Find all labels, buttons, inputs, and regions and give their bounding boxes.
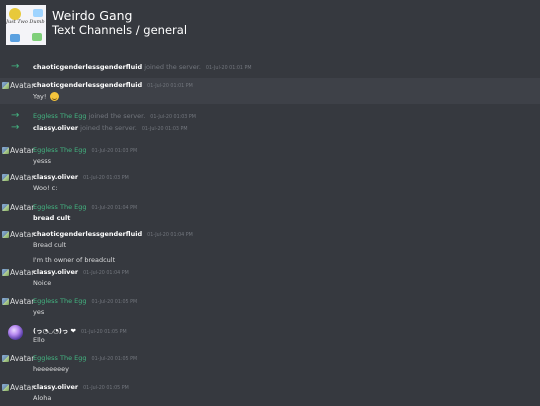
message-text: bread cult xyxy=(33,214,71,222)
timestamp: 01-Jul-20 01:05 PM xyxy=(81,330,127,335)
join-text: joined the server. xyxy=(86,112,146,120)
author-name[interactable]: classy.oliver xyxy=(33,173,78,181)
join-arrow-icon: → xyxy=(11,61,20,72)
timestamp: 01-Jul-20 01:04 PM xyxy=(91,206,138,211)
avatar-alt-text: Avatar xyxy=(10,354,35,363)
system-message-text: chaoticgenderlessgenderfluid joined the … xyxy=(33,63,252,71)
message-header: chaoticgenderlessgenderfluid 01-Jul-20 01… xyxy=(33,230,193,238)
timestamp: 01-Jul-20 01:03 PM xyxy=(141,127,188,132)
message-header: Eggless The Egg 01-Jul-20 01:05 PM xyxy=(33,354,137,362)
timestamp: 01-Jul-20 01:01 PM xyxy=(147,84,193,89)
avatar-alt-text: Avatar xyxy=(10,383,35,392)
author-name[interactable]: (っ◔◡◔)っ ❤ xyxy=(33,325,76,335)
message-text: Woo! c: xyxy=(33,184,58,192)
avatar[interactable]: Avatar xyxy=(2,203,34,212)
system-message-text: Eggless The Egg joined the server. 01-Jul… xyxy=(33,112,196,120)
message-group: Avatar Eggless The Egg 01-Jul-20 01:05 PM y… xyxy=(0,294,540,320)
timestamp: 01-Jul-20 01:05 PM xyxy=(91,357,138,362)
broken-image-icon xyxy=(2,82,9,89)
author-name[interactable]: Eggless The Egg xyxy=(33,203,87,211)
author-name[interactable]: Eggless The Egg xyxy=(33,146,87,154)
avatar[interactable]: Avatar xyxy=(2,268,34,277)
message-header: chaoticgenderlessgenderfluid 01-Jul-20 01… xyxy=(33,81,193,89)
message-group: Avatar Eggless The Egg 01-Jul-20 01:05 PM h… xyxy=(0,351,540,377)
avatar[interactable]: Avatar xyxy=(2,173,34,182)
message-text: I'm th owner of breadcult xyxy=(33,256,116,264)
message-header: (っ◔◡◔)っ ❤ 01-Jul-20 01:05 PM xyxy=(33,325,127,335)
message-text: Aloha xyxy=(33,394,52,402)
avatar[interactable]: Avatar xyxy=(2,81,34,90)
timestamp: 01-Jul-20 01:03 PM xyxy=(150,115,196,120)
avatar-alt-text: Avatar xyxy=(10,230,35,239)
message-group: Avatar Eggless The Egg 01-Jul-20 01:03 PM y… xyxy=(0,143,540,169)
system-message: → Eggless The Egg joined the server. 01-Ju… xyxy=(0,110,540,123)
author-name[interactable]: Eggless The Egg xyxy=(33,297,87,305)
timestamp: 01-Jul-20 01:05 PM xyxy=(83,386,129,391)
member-name[interactable]: classy.oliver xyxy=(33,124,78,132)
timestamp: 01-Jul-20 01:03 PM xyxy=(83,176,129,181)
system-message: → classy.oliver joined the server. 01-Jul-… xyxy=(0,122,540,135)
system-message-text: classy.oliver joined the server. 01-Jul-2… xyxy=(33,124,187,132)
message-group: (っ◔◡◔)っ ❤ 01-Jul-20 01:05 PM Ello xyxy=(0,322,540,348)
timestamp: 01-Jul-20 01:04 PM xyxy=(147,233,193,238)
join-text: joined the server. xyxy=(78,124,137,132)
avatar-alt-text: Avatar xyxy=(10,297,35,306)
avatar[interactable]: Avatar xyxy=(2,146,34,155)
message-header: classy.oliver 01-Jul-20 01:04 PM xyxy=(33,268,129,276)
avatar[interactable] xyxy=(8,325,23,340)
broken-image-icon xyxy=(2,204,9,211)
message-group: Avatar classy.oliver 01-Jul-20 01:04 PM Noi… xyxy=(0,265,540,291)
timestamp: 01-Jul-20 01:04 PM xyxy=(83,271,129,276)
system-message: → chaoticgenderlessgenderfluid joined the… xyxy=(0,61,540,74)
message-header: classy.oliver 01-Jul-20 01:03 PM xyxy=(33,173,129,181)
member-name[interactable]: chaoticgenderlessgenderfluid xyxy=(33,63,142,71)
join-text: joined the server. xyxy=(142,63,201,71)
message-feed[interactable]: → chaoticgenderlessgenderfluid joined the… xyxy=(0,0,540,405)
message-group: Avatar chaoticgenderlessgenderfluid 01-Jul… xyxy=(0,227,540,268)
broken-image-icon xyxy=(2,269,9,276)
message-group: Avatar chaoticgenderlessgenderfluid 01-Jul… xyxy=(0,78,540,104)
broken-image-icon xyxy=(2,231,9,238)
member-name[interactable]: Eggless The Egg xyxy=(33,112,87,120)
join-arrow-icon: → xyxy=(11,122,20,133)
message-text: Noice xyxy=(33,279,52,287)
message-group: Avatar classy.oliver 01-Jul-20 01:03 PM Woo… xyxy=(0,170,540,196)
message-text: Ello xyxy=(33,336,45,344)
timestamp: 01-Jul-20 01:03 PM xyxy=(91,149,138,154)
message-text: heeeeeeey xyxy=(33,365,69,373)
avatar-alt-text: Avatar xyxy=(10,203,35,212)
avatar-alt-text: Avatar xyxy=(10,146,35,155)
avatar[interactable]: Avatar xyxy=(2,383,34,392)
avatar-alt-text: Avatar xyxy=(10,173,35,182)
broken-image-icon xyxy=(2,147,9,154)
smile-emoji xyxy=(49,92,59,101)
broken-image-icon xyxy=(2,355,9,362)
avatar[interactable]: Avatar xyxy=(2,297,34,306)
author-name[interactable]: Eggless The Egg xyxy=(33,354,87,362)
timestamp: 01-Jul-20 01:01 PM xyxy=(205,66,252,71)
author-name[interactable]: classy.oliver xyxy=(33,383,78,391)
message-header: Eggless The Egg 01-Jul-20 01:03 PM xyxy=(33,146,137,154)
message-text: Yay! xyxy=(33,92,59,101)
message-header: Eggless The Egg 01-Jul-20 01:05 PM xyxy=(33,297,137,305)
message-header: classy.oliver 01-Jul-20 01:05 PM xyxy=(33,383,129,391)
message-text: yes xyxy=(33,308,45,316)
author-name[interactable]: chaoticgenderlessgenderfluid xyxy=(33,81,142,89)
broken-image-icon xyxy=(2,384,9,391)
broken-image-icon xyxy=(2,298,9,305)
join-arrow-icon: → xyxy=(11,110,20,121)
author-name[interactable]: classy.oliver xyxy=(33,268,78,276)
avatar[interactable]: Avatar xyxy=(2,354,34,363)
author-name[interactable]: chaoticgenderlessgenderfluid xyxy=(33,230,142,238)
avatar-alt-text: Avatar xyxy=(10,268,35,277)
message-group: Avatar classy.oliver 01-Jul-20 01:05 PM Alo… xyxy=(0,380,540,406)
message-text: Bread cult xyxy=(33,241,67,249)
message-text: yesss xyxy=(33,157,52,165)
message-header: Eggless The Egg 01-Jul-20 01:04 PM xyxy=(33,203,137,211)
broken-image-icon xyxy=(2,174,9,181)
avatar-alt-text: Avatar xyxy=(10,81,35,90)
avatar[interactable]: Avatar xyxy=(2,230,34,239)
message-group: Avatar Eggless The Egg 01-Jul-20 01:04 PM b… xyxy=(0,200,540,226)
timestamp: 01-Jul-20 01:05 PM xyxy=(91,300,138,305)
